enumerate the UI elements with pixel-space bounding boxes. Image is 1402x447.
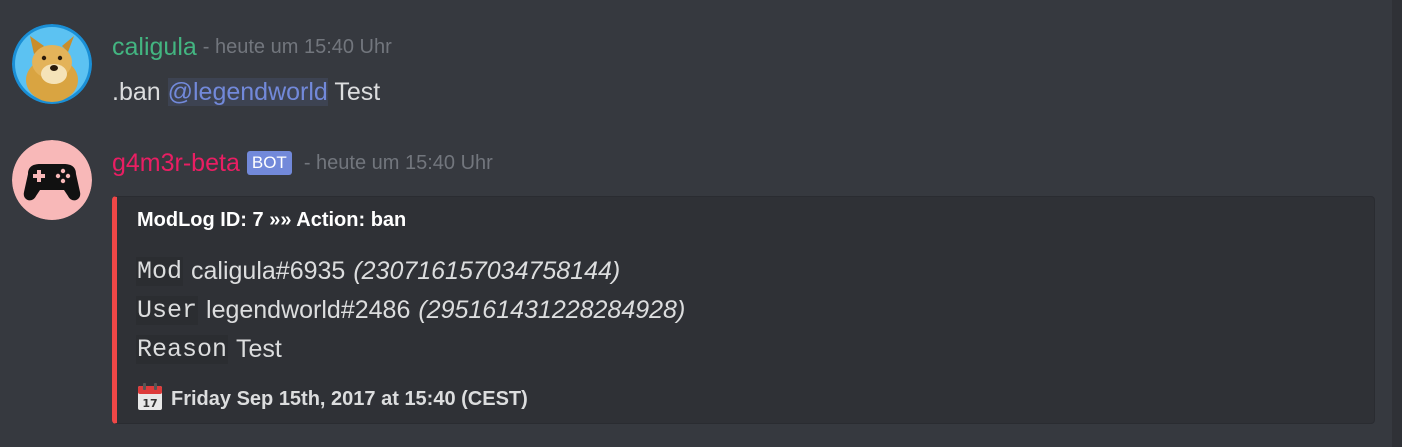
embed-field-reason: Reason Test	[136, 330, 685, 369]
field-key: Reason	[136, 335, 229, 364]
embed-footer: 17 Friday Sep 15th, 2017 at 15:40 (CEST)	[137, 383, 528, 416]
field-key: User	[136, 296, 199, 325]
message-content: .ban @legendworld Test	[112, 76, 380, 108]
field-value: Test	[236, 335, 282, 363]
embed-footer-text: Friday Sep 15th, 2017 at 15:40 (CEST)	[171, 388, 528, 410]
bot-badge: BOT	[246, 151, 292, 175]
gamepad-avatar[interactable]	[12, 140, 92, 220]
embed-field-user: User legendworld#2486 (29516143122828492…	[136, 291, 685, 330]
timestamp: heute um 15:40 Uhr	[203, 36, 392, 59]
field-value: legendworld#2486	[206, 296, 411, 324]
command-text: .ban	[112, 78, 161, 106]
username[interactable]: caligula	[112, 33, 197, 62]
calendar-icon: 17	[137, 383, 163, 416]
message-header: g4m3r-beta BOT heute um 15:40 Uhr	[112, 148, 493, 178]
embed-fields: Mod caligula#6935 (230716157034758144) U…	[136, 252, 685, 369]
svg-text:17: 17	[142, 397, 157, 410]
doge-avatar[interactable]	[12, 24, 92, 104]
field-key: Mod	[136, 257, 184, 286]
username[interactable]: g4m3r-beta	[112, 149, 240, 178]
embed-title: ModLog ID: 7 »» Action: ban	[137, 209, 407, 231]
field-id: (230716157034758144)	[353, 257, 621, 285]
message-header: caligula heute um 15:40 Uhr	[112, 32, 392, 62]
timestamp: heute um 15:40 Uhr	[304, 152, 493, 175]
field-value: caligula#6935	[191, 257, 346, 285]
modlog-embed: ModLog ID: 7 »» Action: ban Mod caligula…	[112, 196, 1375, 424]
scrollbar-track[interactable]	[1392, 0, 1402, 447]
embed-field-mod: Mod caligula#6935 (230716157034758144)	[136, 252, 685, 291]
chat-view: caligula heute um 15:40 Uhr .ban @legend…	[0, 0, 1402, 447]
message-text: Test	[334, 78, 381, 106]
field-id: (295161431228284928)	[418, 296, 686, 324]
user-mention[interactable]: @legendworld	[167, 78, 328, 106]
